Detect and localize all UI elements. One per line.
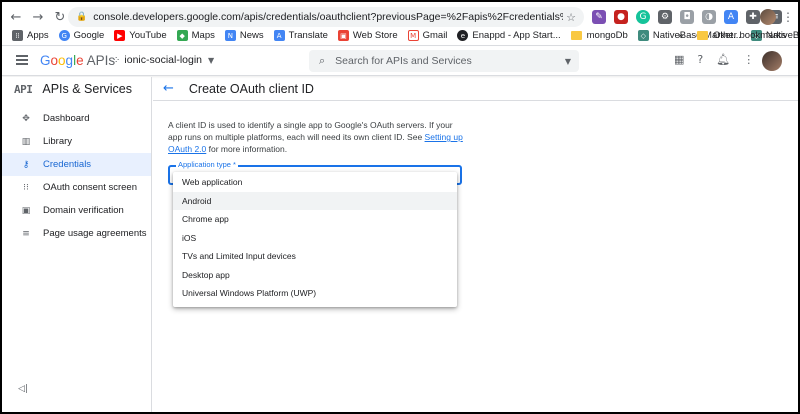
consent-icon: ⁝⁝ [23,182,29,193]
more-bookmarks-chevron[interactable]: » [678,30,683,41]
enappd-icon: e [457,30,469,41]
dashboard-icon: ✥ [22,113,30,124]
bookmarks-bar: ⁞⁞ Apps G Google ▶ YouTube ◆ Maps N News A Tra… [2,26,798,46]
user-avatar[interactable] [762,51,782,71]
google-apis-logo[interactable]: Google APIs [40,53,115,68]
search-input[interactable]: ⌕ Search for APIs and Services ▼ [309,50,579,72]
bookmark-google[interactable]: G Google [58,30,104,41]
bookmark-webstore[interactable]: ▣ Web Store [337,30,398,41]
grammarly-icon[interactable]: G [636,10,650,24]
url-text: console.developers.google.com/apis/crede… [93,11,564,23]
bookmark-gmail[interactable]: M Gmail [407,30,447,41]
gift-icon[interactable]: ▦ [674,53,684,66]
option-ios[interactable]: iOS [173,229,457,248]
browser-menu-icon[interactable]: ⋮ [782,10,794,24]
lock-icon: 🔒 [76,12,88,22]
gmail-icon: M [407,30,419,41]
extension-icon[interactable]: ● [614,10,628,24]
project-dots-icon: ⁘ [112,54,121,66]
puzzle-icon[interactable]: ✚ [746,10,760,24]
extension-icons: ✎ ● G ⚙ ◘ ◑ A ✚ ≡ [592,10,782,24]
option-uwp[interactable]: Universal Windows Platform (UWP) [173,284,457,303]
sidebar-header: API APIs & Services [2,77,151,101]
apps-grid-icon: ⁞⁞ [12,30,23,41]
option-desktop-app[interactable]: Desktop app [173,266,457,285]
bookmark-apps[interactable]: ⁞⁞ Apps [12,30,49,41]
sidebar-item-domain-verification[interactable]: ▣ Domain verification [2,199,151,222]
library-icon: ▥ [21,136,31,147]
forward-arrow-icon[interactable]: → [30,9,46,25]
key-icon: ⚷ [22,159,30,170]
console-header: Google APIs ⁘ ionic-social-login ▼ ⌕ Sear… [2,47,798,76]
header-actions: ▦ ? 🔔︎ ⋮ [674,53,754,66]
google-icon: G [58,30,70,41]
option-web-application[interactable]: Web application [173,173,457,192]
camera-icon[interactable]: ◘ [680,10,694,24]
bookmark-enappd[interactable]: e Enappd - App Start... [457,30,561,41]
extension-icon[interactable]: ✎ [592,10,606,24]
profile-avatar[interactable] [760,9,776,25]
bookmark-star-icon[interactable]: ☆ [566,11,576,24]
chevron-down-icon[interactable]: ▼ [565,57,571,66]
more-options-icon[interactable]: ⋮ [743,53,754,66]
extension-icon[interactable]: ⚙ [658,10,672,24]
bookmark-news[interactable]: N News [224,30,264,41]
translate-icon: A [273,30,285,41]
youtube-icon: ▶ [114,30,126,41]
application-type-dropdown: Web application Android Chrome app iOS T… [173,172,457,307]
sidebar-item-library[interactable]: ▥ Library [2,130,151,153]
folder-icon [570,31,582,40]
domain-icon: ▣ [21,205,31,216]
news-icon: N [224,30,236,41]
sidebar-title: APIs & Services [42,82,132,96]
back-arrow-icon[interactable]: ← [8,9,24,25]
translate-icon[interactable]: A [724,10,738,24]
hamburger-menu-icon[interactable] [16,55,28,65]
page-title: Create OAuth client ID [188,81,314,96]
other-bookmarks[interactable]: » Other bookmarks [678,30,786,41]
bookmark-youtube[interactable]: ▶ YouTube [114,30,167,41]
address-bar[interactable]: 🔒 console.developers.google.com/apis/cre… [68,7,584,27]
sidebar-item-credentials[interactable]: ⚷ Credentials [2,153,151,176]
application-type-label: Application type * [176,160,238,169]
api-icon: API [14,82,33,96]
extension-icon[interactable]: ◑ [702,10,716,24]
back-arrow-icon[interactable]: ← [163,81,174,96]
help-icon[interactable]: ? [697,53,703,66]
bookmark-maps[interactable]: ◆ Maps [176,30,215,41]
agreements-icon: ≡ [22,228,30,239]
sidebar-item-page-usage[interactable]: ≡ Page usage agreements [2,222,151,245]
folder-icon [697,31,709,40]
main-content: ← Create OAuth client ID A client ID is … [153,77,798,412]
sidebar-item-dashboard[interactable]: ✥ Dashboard [2,107,151,130]
project-selector[interactable]: ⁘ ionic-social-login ▼ [112,54,214,66]
bookmark-translate[interactable]: A Translate [273,30,328,41]
option-tvs-limited-input[interactable]: TVs and Limited Input devices [173,247,457,266]
sidebar-item-oauth-consent[interactable]: ⁝⁝ OAuth consent screen [2,176,151,199]
reload-icon[interactable]: ↻ [52,9,68,25]
chevron-down-icon: ▼ [208,55,215,65]
nativebase-icon: ◇ [637,30,649,41]
notifications-icon[interactable]: 🔔︎ [716,53,730,66]
collapse-sidebar-icon[interactable]: ◁| [18,384,28,394]
webstore-icon: ▣ [337,30,349,41]
option-android[interactable]: Android [173,191,457,210]
sidebar: API APIs & Services ✥ Dashboard ▥ Librar… [2,77,152,412]
page-titlebar: ← Create OAuth client ID [153,77,798,101]
option-chrome-app[interactable]: Chrome app [173,210,457,229]
browser-window: ← → ↻ 🔒 console.developers.google.com/ap… [2,2,798,412]
bookmark-mongodb[interactable]: mongoDb [570,30,628,41]
maps-icon: ◆ [176,30,188,41]
description-text: A client ID is used to identify a single… [168,120,463,154]
search-icon: ⌕ [319,54,326,67]
